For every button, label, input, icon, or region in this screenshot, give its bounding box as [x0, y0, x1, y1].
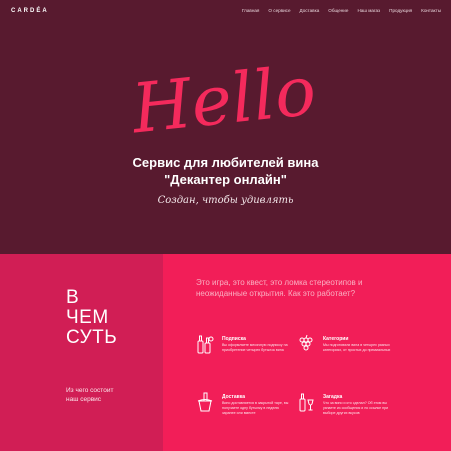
about-section: В ЧЕМ СУТЬ Из чего состоит наш сервис Эт…: [0, 254, 451, 451]
brand-logo[interactable]: CARDÉA: [11, 8, 49, 14]
heading-line: СУТЬ: [66, 327, 118, 348]
grapes-icon: [299, 334, 313, 351]
hero-section: CARDÉA Главная О сервисе Доставка Общени…: [0, 0, 451, 254]
feature-desc: Вы оформляете месячную подписку на приоб…: [222, 343, 288, 352]
intro-text: Это игра, это квест, это ломка стереотип…: [196, 278, 363, 298]
nav-delivery[interactable]: Доставка: [300, 8, 320, 13]
heading-line: В: [66, 287, 80, 308]
hello-lettering: Hello: [126, 55, 319, 150]
nav-home[interactable]: Главная: [242, 8, 259, 13]
subtitle-line: наш сервис: [66, 396, 102, 403]
about-left-panel: В ЧЕМ СУТЬ Из чего состоит наш сервис: [0, 254, 163, 451]
feature-title: Доставка: [222, 394, 245, 400]
nav-community[interactable]: Общение: [328, 8, 348, 13]
nav-shop[interactable]: Наш магаз: [357, 8, 380, 13]
feature-title: Загадка: [323, 394, 343, 400]
bottles-icon: [197, 335, 214, 354]
tagline-line1: Сервис для любителей вина: [132, 155, 319, 170]
nav-products[interactable]: Продукция: [389, 8, 412, 13]
tagline-line2: "Декантер онлайн": [164, 172, 287, 187]
feature-desc: Мы подготовили вина в четырех разных кат…: [323, 343, 391, 352]
heading-line: ЧЕМ: [66, 307, 109, 328]
nav-about[interactable]: О сервисе: [268, 8, 290, 13]
feature-title: Категории: [323, 336, 349, 342]
section-heading: В ЧЕМ СУТЬ: [66, 288, 117, 348]
section-subtitle: Из чего состоит наш сервис: [66, 386, 113, 404]
slogan: Создан, чтобы удивлять: [157, 195, 294, 206]
nav-contacts[interactable]: Контакты: [421, 8, 441, 13]
bucket-icon: [197, 392, 213, 412]
main-nav: Главная О сервисе Доставка Общение Наш м…: [242, 8, 441, 13]
svg-text:Hello: Hello: [126, 55, 319, 150]
subtitle-line: Из чего состоит: [66, 387, 114, 394]
feature-desc: Вино доставляется в закрытой таре, вы по…: [222, 401, 289, 415]
feature-desc: Что за вино и кто сделал? Об этом вы узн…: [323, 401, 389, 415]
bottle-glass-icon: [299, 393, 314, 412]
feature-title: Подписка: [222, 336, 246, 342]
about-right-panel: Это игра, это квест, это ломка стереотип…: [163, 254, 451, 451]
